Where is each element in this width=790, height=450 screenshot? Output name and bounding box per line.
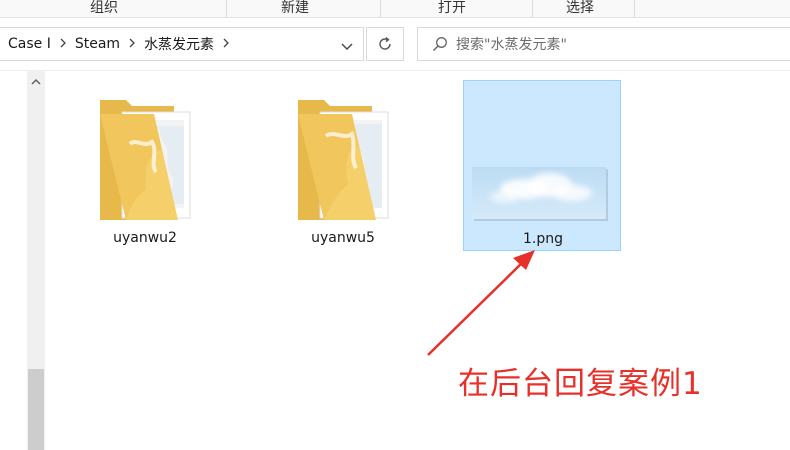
chevron-right-icon[interactable] <box>59 37 67 51</box>
address-bar[interactable]: Case I Steam 水蒸发元素 <box>0 27 364 61</box>
file-name[interactable]: uyanwu2 <box>66 230 224 246</box>
folder-icon <box>298 100 389 220</box>
breadcrumb-case[interactable]: Case I <box>8 36 51 52</box>
vertical-scrollbar[interactable] <box>27 71 45 450</box>
file-item-folder[interactable]: uyanwu5 <box>264 80 422 251</box>
file-item-folder[interactable]: uyanwu2 <box>66 80 224 251</box>
address-row: Case I Steam 水蒸发元素 搜索"水蒸发元素" <box>0 18 790 71</box>
search-icon <box>432 36 448 52</box>
ribbon: 组织 新建 打开 选择 <box>0 0 790 18</box>
folder-icon <box>100 100 191 220</box>
ribbon-group-organize[interactable]: 组织 <box>90 0 118 17</box>
image-thumbnail-icon <box>472 167 608 221</box>
file-name[interactable]: uyanwu5 <box>264 230 422 246</box>
chevron-right-icon[interactable] <box>222 37 230 51</box>
scrollbar-thumb[interactable] <box>28 369 44 450</box>
annotation-text: 在后台回复案例1 <box>458 366 703 402</box>
scroll-up-arrow-icon[interactable] <box>27 73 45 91</box>
ribbon-divider <box>634 0 635 17</box>
ribbon-divider <box>226 0 227 17</box>
breadcrumb-steam[interactable]: Steam <box>75 36 120 52</box>
ribbon-group-open[interactable]: 打开 <box>438 0 466 17</box>
ribbon-group-select[interactable]: 选择 <box>566 0 594 17</box>
file-name[interactable]: 1.png <box>464 231 622 247</box>
search-placeholder: 搜索"水蒸发元素" <box>456 37 567 53</box>
chevron-down-icon[interactable] <box>341 37 353 50</box>
chevron-right-icon[interactable] <box>128 37 136 51</box>
ribbon-group-new[interactable]: 新建 <box>281 0 309 17</box>
breadcrumb-current-folder[interactable]: 水蒸发元素 <box>144 34 214 54</box>
refresh-icon <box>379 36 391 50</box>
search-input[interactable]: 搜索"水蒸发元素" <box>417 27 790 61</box>
file-item-image-selected[interactable]: 1.png <box>463 80 621 251</box>
refresh-button[interactable] <box>366 27 404 61</box>
ribbon-divider <box>532 0 533 17</box>
ribbon-divider <box>380 0 381 17</box>
